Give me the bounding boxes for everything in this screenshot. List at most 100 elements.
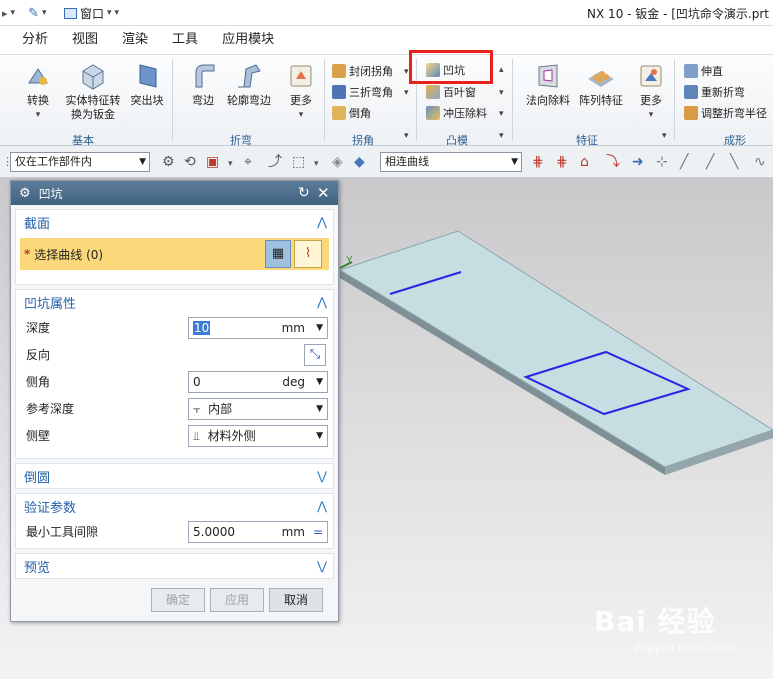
drawn-cutout-icon — [426, 106, 440, 120]
slope-icon[interactable]: ╲ — [730, 154, 738, 170]
side-angle-input[interactable]: 0 deg ▼ — [188, 370, 328, 393]
box-select-icon[interactable]: ⬚ — [292, 154, 305, 170]
min-clearance-input[interactable]: 5.0000 mm = — [188, 520, 328, 543]
three-bend-corner-icon — [332, 85, 346, 99]
window-title: NX 10 - 钣金 - [凹坑命令演示.prt — [587, 7, 769, 21]
cancel-button[interactable]: 取消 — [269, 588, 323, 612]
chevron-down-icon[interactable]: ▾ — [499, 88, 504, 98]
group-menu-arrow-icon[interactable]: ▾ — [662, 131, 667, 141]
ribbon-divider — [674, 59, 675, 141]
collapse-icon: ⋀ — [317, 215, 327, 229]
feature-curves-icon[interactable]: ⌂ — [580, 154, 589, 170]
ribbon-divider — [172, 59, 173, 141]
ribbon-divider — [512, 59, 513, 141]
chevron-down-icon: ▾ — [298, 110, 304, 120]
tab-feature-button[interactable]: 突出块 — [126, 61, 168, 108]
chevron-down-icon[interactable]: ▾ — [228, 156, 233, 172]
sheet-top-face[interactable] — [338, 230, 773, 468]
line-icon[interactable]: ╱ — [680, 154, 688, 170]
axis-icon[interactable]: ⤴ — [268, 154, 282, 170]
chevron-down-icon[interactable]: ▾ — [314, 156, 319, 172]
cube-filter-icon[interactable]: ◆ — [354, 154, 365, 170]
tab-render[interactable]: 渲染 — [110, 26, 160, 54]
chevron-down-icon: ▾ — [107, 8, 112, 18]
dimple-properties-header[interactable]: 凹坑属性 ⋀ — [16, 290, 333, 314]
reverse-row: 反向 ⤡ — [16, 341, 333, 368]
spline-icon[interactable]: ∿ — [754, 154, 766, 170]
rebend-button[interactable]: 重新折弯 — [684, 82, 745, 102]
chevron-up-icon[interactable]: ▴ — [499, 65, 504, 75]
snap-icon[interactable]: ⟲ — [184, 154, 196, 170]
preview-header[interactable]: 预览 ⋁ — [16, 554, 333, 578]
flange-icon — [195, 64, 215, 88]
dimple-highlight-box — [409, 50, 493, 84]
gear-icon[interactable]: ⚙ — [19, 186, 31, 201]
closed-corner-button[interactable]: 封闭拐角 — [332, 61, 393, 81]
validation-header[interactable]: 验证参数 ⋀ — [16, 494, 333, 518]
close-icon[interactable]: ✕ — [317, 184, 330, 202]
flange-button[interactable]: 弯边 — [186, 61, 220, 108]
chevron-down-icon[interactable]: ▾ — [404, 88, 409, 98]
inside-icon: ⫟ — [193, 401, 201, 416]
adjust-bend-radius-button[interactable]: 调整折弯半径 — [684, 103, 767, 123]
side-wall-select[interactable]: ⫫ 材料外侧 ▼ — [188, 424, 328, 447]
chevron-down-icon: ▼ — [316, 322, 323, 333]
ribbon-divider — [324, 59, 325, 141]
depth-input[interactable]: 10 mm ▼ — [188, 316, 328, 339]
ribbon: 转换 ▾ 实体特征转 换为钣金 突出块 基本 弯边 轮廓弯边 更多 ▾ 折弯 封… — [0, 54, 773, 147]
ref-depth-select[interactable]: ⫟ 内部 ▼ — [188, 397, 328, 420]
selection-scope-select[interactable]: 仅在工作部件内 ▼ — [10, 152, 150, 172]
group-menu-arrow-icon[interactable]: ▾ — [499, 131, 504, 141]
curve-rule-select[interactable]: 相连曲线 ▼ — [380, 152, 522, 172]
apply-button[interactable]: 应用 — [210, 588, 264, 612]
contour-flange-button[interactable]: 轮廓弯边 — [224, 61, 274, 108]
chevron-down-icon[interactable]: ▾ — [404, 67, 409, 77]
tab-applications[interactable]: 应用模块 — [210, 26, 286, 54]
material-outside-icon: ⫫ — [193, 428, 200, 443]
tab-view[interactable]: 视图 — [60, 26, 110, 54]
pattern-feature-button[interactable]: 阵列特征 — [576, 61, 626, 108]
feature-more-button[interactable]: 更多 ▾ — [634, 61, 668, 122]
chamfer-button[interactable]: 倒角 — [332, 103, 371, 123]
point-on-curve-icon[interactable]: ⊹ — [656, 154, 668, 170]
select-filter-icon[interactable]: ⚙ — [162, 154, 175, 170]
pick-point-icon[interactable]: ▣ — [206, 154, 219, 170]
louver-button[interactable]: 百叶窗 — [426, 82, 476, 102]
line-icon[interactable]: ╱ — [706, 154, 714, 170]
validation-panel: 验证参数 ⋀ 最小工具间隙 5.0000 mm = — [15, 493, 334, 549]
normal-cutout-button[interactable]: 法向除料 — [520, 61, 576, 108]
equals-icon: = — [312, 524, 323, 539]
expand-icon: ⋁ — [317, 559, 327, 573]
unbend-button[interactable]: 伸直 — [684, 61, 723, 81]
reset-icon[interactable]: ↻ — [298, 185, 310, 201]
window-icon — [64, 7, 77, 19]
rounding-header[interactable]: 倒圆 ⋁ — [16, 464, 333, 488]
window-menu-button[interactable]: 窗口 ▾ ▾ — [64, 4, 119, 22]
tab-analysis[interactable]: 分析 — [0, 26, 60, 54]
convert-button[interactable]: 转换 ▾ — [20, 61, 56, 122]
path-icon[interactable]: ⤵ — [606, 154, 620, 170]
group-menu-arrow-icon[interactable]: ▾ — [404, 131, 409, 141]
select-curve-row[interactable]: * 选择曲线 (0) ▦ ⌇ — [20, 238, 329, 270]
reverse-direction-icon[interactable]: ⤡ — [304, 344, 326, 366]
bend-more-button[interactable]: 更多 ▾ — [284, 61, 318, 122]
dropdown-icon[interactable]: ▾ — [42, 8, 47, 18]
curve-select-icon[interactable]: ⌇ — [294, 240, 322, 268]
arrow-right-icon[interactable]: ➜ — [632, 154, 644, 170]
tab-tools[interactable]: 工具 — [160, 26, 210, 54]
solid-filter-icon[interactable]: ◈ — [332, 154, 343, 170]
ok-button[interactable]: 确定 — [151, 588, 205, 612]
chevron-down-icon[interactable]: ▾ — [499, 109, 504, 119]
dropdown-icon[interactable]: ▾ — [11, 8, 16, 18]
sketch-section-icon[interactable]: ▦ — [265, 240, 291, 268]
pin-icon[interactable]: ⌖ — [244, 154, 252, 170]
solid-to-sheetmetal-button[interactable]: 实体特征转 换为钣金 — [62, 61, 124, 122]
section-header[interactable]: 截面 ⋀ — [16, 210, 333, 234]
three-bend-corner-button[interactable]: 三折弯角 — [332, 82, 393, 102]
watermark-url: jingyan.baidu.com — [634, 641, 736, 654]
pencil-icon[interactable]: ✎ — [28, 6, 39, 21]
drawn-cutout-button[interactable]: 冲压除料 — [426, 103, 487, 123]
follow-fillet-icon[interactable]: ⋕ — [556, 154, 568, 170]
stop-at-intersection-icon[interactable]: ⋕ — [532, 154, 544, 170]
undo-icon[interactable]: ▸ — [2, 7, 8, 20]
